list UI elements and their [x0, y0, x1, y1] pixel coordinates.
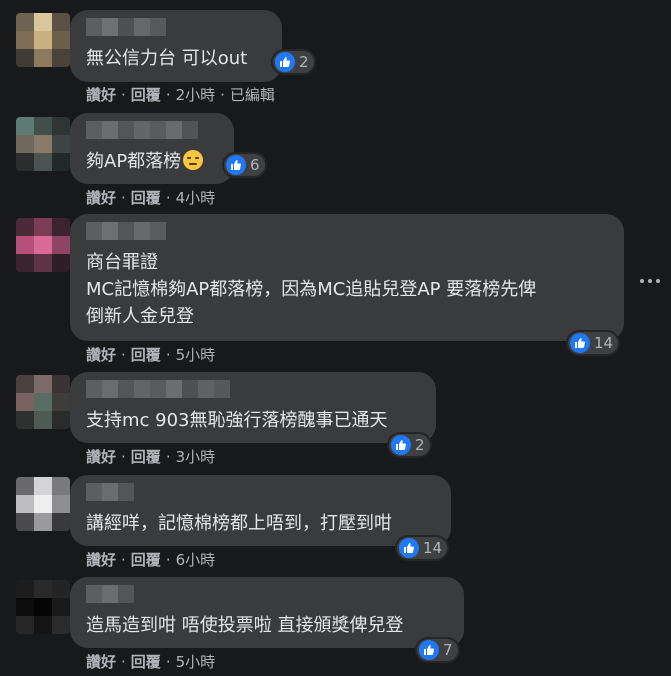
author-name[interactable] [86, 121, 220, 139]
comment-text-content: 夠AP都落榜 [86, 151, 182, 172]
avatar[interactable] [16, 375, 70, 429]
reply-button[interactable]: 回覆 [131, 651, 161, 672]
comment-actions: 讚好 · 回覆 · 3小時 [86, 446, 215, 467]
timestamp[interactable]: 4小時 [176, 187, 216, 208]
reply-button[interactable]: 回覆 [131, 446, 161, 467]
separator: · [121, 188, 126, 207]
like-icon [570, 333, 590, 353]
like-count: 14 [423, 539, 443, 557]
author-name[interactable] [86, 18, 268, 36]
like-icon [275, 52, 295, 72]
like-icon [419, 640, 439, 660]
author-name[interactable] [86, 483, 437, 501]
author-name[interactable] [86, 222, 610, 240]
like-button[interactable]: 讚好 [86, 84, 116, 105]
timestamp[interactable]: 5小時 [176, 344, 216, 365]
separator: · [121, 345, 126, 364]
separator: · [165, 550, 171, 569]
separator: · [165, 652, 171, 671]
edited-label: 已編輯 [229, 86, 275, 104]
reply-button[interactable]: 回覆 [131, 549, 161, 570]
like-count: 6 [250, 156, 260, 174]
comment-text: 夠AP都落榜 [86, 148, 220, 175]
separator: · [220, 85, 225, 104]
reaction-badge[interactable]: 14 [568, 332, 619, 354]
more-options-icon[interactable] [636, 277, 664, 285]
separator: · [121, 447, 126, 466]
timestamp[interactable]: 6小時 [176, 549, 216, 570]
timestamp[interactable]: 5小時 [176, 651, 216, 672]
like-icon [399, 538, 419, 558]
like-count: 7 [443, 641, 453, 659]
like-button[interactable]: 讚好 [86, 187, 116, 208]
comment-actions: 讚好 · 回覆 · 5小時 [86, 344, 215, 365]
comment-actions: 讚好 · 回覆 · 4小時 [86, 187, 215, 208]
like-count: 2 [299, 53, 309, 71]
comment-text: 支持mc 903無恥強行落榜醜事已通天 [86, 410, 388, 431]
like-button[interactable]: 讚好 [86, 446, 116, 467]
comment-actions: 讚好 · 回覆 · 5小時 [86, 651, 215, 672]
avatar[interactable] [16, 218, 70, 272]
reaction-badge[interactable]: 7 [417, 639, 458, 661]
reply-button[interactable]: 回覆 [131, 187, 161, 208]
separator: · [165, 447, 171, 466]
comment-actions: 讚好 · 回覆 · 2小時 · 已編輯 [86, 84, 275, 105]
comment-bubble: 講經咩，記憶棉榜都上唔到，打壓到咁 [70, 475, 451, 546]
like-count: 2 [415, 436, 425, 454]
separator: · [165, 85, 171, 104]
avatar[interactable] [16, 477, 70, 531]
reply-button[interactable]: 回覆 [131, 84, 161, 105]
reaction-badge[interactable]: 6 [224, 154, 265, 176]
like-icon [226, 155, 246, 175]
comment-text: 無公信力台 可以out [86, 48, 248, 69]
comment-text: 造馬造到咁 唔使投票啦 直接頒獎俾兒登 [86, 615, 404, 636]
reaction-badge[interactable]: 2 [273, 51, 314, 73]
comment-bubble: 夠AP都落榜 [70, 113, 234, 184]
like-icon [391, 435, 411, 455]
comment-text: 講經咩，記憶棉榜都上唔到，打壓到咁 [86, 513, 392, 534]
comment-bubble: 無公信力台 可以out [70, 10, 282, 82]
separator: · [165, 345, 171, 364]
reply-button[interactable]: 回覆 [131, 344, 161, 365]
separator: · [121, 652, 126, 671]
comment-bubble: 支持mc 903無恥強行落榜醜事已通天 [70, 372, 436, 443]
reaction-badge[interactable]: 2 [389, 434, 430, 456]
relieved-face-icon [183, 150, 204, 170]
author-name[interactable] [86, 585, 450, 603]
timestamp[interactable]: 2小時 [176, 84, 216, 105]
reaction-badge[interactable]: 14 [397, 537, 448, 559]
like-count: 14 [594, 334, 614, 352]
separator: · [165, 188, 171, 207]
avatar[interactable] [16, 13, 70, 67]
comment-thread: 無公信力台 可以out 2 讚好 · 回覆 · 2小時 · 已編輯 夠AP都落榜… [0, 0, 671, 676]
author-name[interactable] [86, 380, 422, 398]
comment-bubble: 造馬造到咁 唔使投票啦 直接頒獎俾兒登 [70, 577, 464, 648]
comment-actions: 讚好 · 回覆 · 6小時 [86, 549, 215, 570]
like-button[interactable]: 讚好 [86, 651, 116, 672]
separator: · [121, 550, 126, 569]
comment-text: 商台罪證 MC記憶棉夠AP都落榜，因為MC追貼兒登AP 要落榜先俾 倒新人金兒登 [86, 252, 537, 327]
avatar[interactable] [16, 580, 70, 634]
comment-bubble: 商台罪證 MC記憶棉夠AP都落榜，因為MC追貼兒登AP 要落榜先俾 倒新人金兒登 [70, 214, 624, 341]
like-button[interactable]: 讚好 [86, 344, 116, 365]
separator: · [121, 85, 126, 104]
timestamp[interactable]: 3小時 [176, 446, 216, 467]
avatar[interactable] [16, 117, 70, 171]
like-button[interactable]: 讚好 [86, 549, 116, 570]
